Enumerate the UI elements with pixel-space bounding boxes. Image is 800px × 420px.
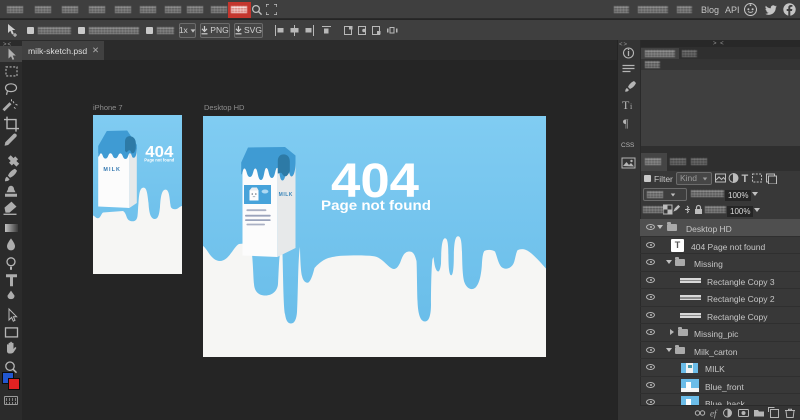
svg-text:¶: ¶ — [623, 116, 629, 130]
svg-text:ef: ef — [710, 409, 718, 419]
svg-text:MILK: MILK — [103, 167, 121, 173]
svg-text:T: T — [622, 98, 630, 112]
svg-text:MILK: MILK — [279, 192, 293, 198]
svg-text:T: T — [742, 173, 749, 184]
svg-text:Page not found: Page not found — [321, 197, 431, 213]
svg-text:Page not found: Page not found — [144, 157, 174, 162]
svg-text:CSS: CSS — [621, 142, 635, 149]
svg-text:i: i — [630, 102, 633, 111]
